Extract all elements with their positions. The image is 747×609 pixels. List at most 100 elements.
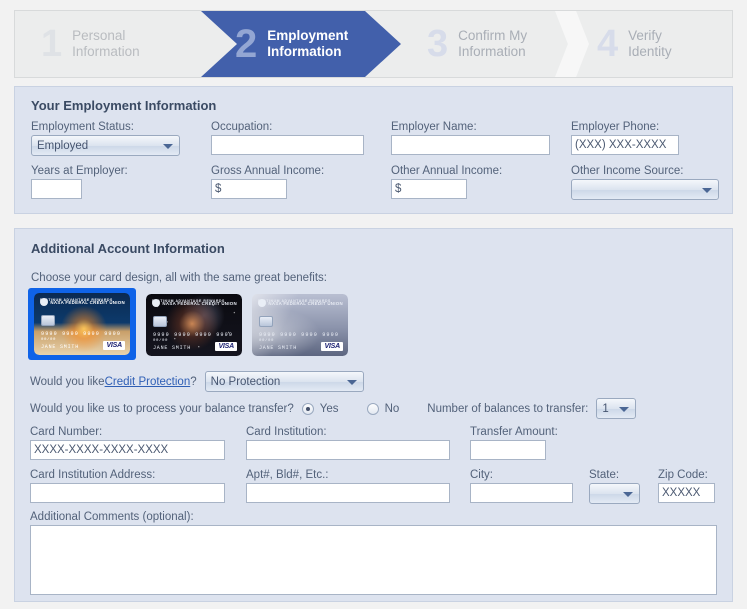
occupation-input[interactable]: [211, 135, 364, 155]
balance-transfer-yes-radio[interactable]: [301, 402, 314, 415]
chevron-down-icon: [619, 406, 630, 412]
label-card-number: Card Number:: [30, 426, 103, 438]
employer-name-input[interactable]: [391, 135, 550, 155]
nasa-federal-logo-icon: NASA FEDERAL CREDIT UNION: [258, 299, 343, 307]
step-label-3-line2: Information: [458, 44, 526, 59]
visa-logo-icon: VISA: [103, 341, 125, 350]
step-label-2-line2: Information: [267, 44, 342, 59]
label-years-at-employer: Years at Employer:: [31, 165, 128, 177]
field-other-annual-income: Other Annual Income:: [391, 165, 502, 199]
credit-protection-select[interactable]: No Protection: [204, 371, 364, 392]
field-apt-bld: Apt#, Bld#, Etc.:: [246, 469, 450, 503]
field-card-number: Card Number:: [30, 426, 225, 460]
balance-transfer-yes-label: Yes: [319, 402, 339, 415]
wizard-step-verify-identity[interactable]: 4 Verify Identity: [575, 11, 732, 77]
years-at-employer-input[interactable]: [31, 179, 82, 199]
chip-icon: [153, 316, 167, 327]
label-state: State:: [589, 469, 620, 481]
field-card-institution-address: Card Institution Address:: [30, 469, 225, 503]
field-state: State:: [589, 469, 640, 504]
credit-protection-link[interactable]: Credit Protection: [105, 376, 191, 388]
transfer-amount-input[interactable]: [470, 440, 546, 460]
card-number-text: 9999 9999 9999 9999: [153, 332, 234, 338]
step-label-4-line2: Identity: [628, 44, 672, 59]
wizard-step-bar: 1 Personal Information 3 Confirm My Info…: [14, 10, 733, 78]
chevron-down-icon: [163, 143, 173, 149]
wizard-step-personal-information[interactable]: 1 Personal Information: [15, 11, 215, 77]
gross-annual-income-input[interactable]: [211, 179, 287, 199]
employer-phone-input[interactable]: [571, 135, 679, 155]
card-number-text: 9999 9999 9999 9999: [41, 331, 122, 337]
employment-status-select[interactable]: Employed: [31, 135, 180, 156]
field-zip-code: Zip Code:: [658, 469, 715, 503]
city-input[interactable]: [470, 483, 573, 503]
step-label-1-line2: Information: [72, 44, 140, 59]
step-label-4: Verify Identity: [628, 28, 672, 60]
card-institution-input[interactable]: [246, 440, 450, 460]
label-other-annual-income: Other Annual Income:: [391, 165, 503, 177]
label-apt-bld: Apt#, Bld#, Etc.:: [246, 469, 329, 481]
label-employer-name: Employer Name:: [391, 121, 477, 133]
globe-icon: [40, 298, 49, 306]
other-income-source-select[interactable]: [571, 179, 719, 200]
number-of-balances-select[interactable]: 1: [596, 398, 637, 419]
zip-code-input[interactable]: [658, 483, 715, 503]
card-expiry-text: 00/00: [153, 339, 169, 343]
field-city: City:: [470, 469, 573, 503]
field-card-institution: Card Institution:: [246, 426, 450, 460]
card-option-shuttle-launch[interactable]: PLATINUM ADVANTAGE REWARDS NASA FEDERAL …: [34, 293, 130, 355]
card-number-text: 9999 9999 9999 9999: [259, 332, 340, 338]
employment-status-value: Employed: [37, 139, 89, 152]
step-label-1: Personal Information: [72, 28, 140, 60]
wizard-step-employment-information[interactable]: 2 Employment Information: [201, 11, 401, 77]
globe-icon: [152, 299, 161, 307]
globe-icon: [258, 299, 267, 307]
visa-logo-icon: VISA: [321, 342, 343, 351]
chip-icon: [41, 315, 55, 326]
nasa-federal-logo-icon: NASA FEDERAL CREDIT UNION: [152, 299, 237, 307]
additional-comments-textarea[interactable]: [30, 525, 717, 595]
card-issuer-text: NASA FEDERAL CREDIT UNION: [162, 300, 237, 306]
field-years-at-employer: Years at Employer:: [31, 165, 128, 199]
application-form-page: 1 Personal Information 3 Confirm My Info…: [0, 0, 747, 609]
wizard-step-confirm-my-information[interactable]: 3 Confirm My Information: [407, 11, 582, 77]
label-employment-status: Employment Status:: [31, 121, 134, 133]
chevron-down-icon: [702, 187, 712, 193]
employment-information-panel: Your Employment Information Employment S…: [14, 86, 733, 214]
chevron-down-icon: [346, 379, 357, 385]
field-other-income-source: Other Income Source:: [571, 165, 719, 200]
state-select[interactable]: [589, 483, 640, 504]
card-holder-text: JANE SMITH: [41, 344, 80, 350]
step-label-2: Employment Information: [267, 28, 348, 60]
card-number-input[interactable]: [30, 440, 225, 460]
balance-transfer-no-label: No: [384, 402, 400, 415]
visa-logo-icon: VISA: [215, 342, 237, 351]
other-annual-income-input[interactable]: [391, 179, 467, 199]
label-other-income-source: Other Income Source:: [571, 165, 684, 177]
label-card-institution-address: Card Institution Address:: [30, 469, 156, 481]
chevron-down-icon: [623, 491, 633, 497]
label-card-institution: Card Institution:: [246, 426, 327, 438]
number-of-balances-value: 1: [602, 402, 609, 415]
field-gross-annual-income: Gross Annual Income:: [211, 165, 324, 199]
credit-protection-value: No Protection: [210, 375, 281, 388]
balance-transfer-no-radio[interactable]: [366, 402, 379, 415]
label-transfer-amount: Transfer Amount:: [470, 426, 558, 438]
label-gross-annual-income: Gross Annual Income:: [211, 165, 325, 177]
step-label-3-line1: Confirm My: [458, 28, 528, 43]
apt-bld-input[interactable]: [246, 483, 450, 503]
card-holder-text: JANE SMITH: [153, 345, 192, 351]
card-issuer-text: NASA FEDERAL CREDIT UNION: [268, 300, 343, 306]
additional-panel-title: Additional Account Information: [31, 241, 225, 256]
card-issuer-text: NASA FEDERAL CREDIT UNION: [50, 299, 125, 305]
card-holder-text: JANE SMITH: [259, 345, 298, 351]
card-option-nebula[interactable]: PLATINUM ADVANTAGE REWARDS NASA FEDERAL …: [146, 294, 242, 356]
card-option-silver-orbit[interactable]: PLATINUM ADVANTAGE REWARDS NASA FEDERAL …: [252, 294, 348, 356]
label-employer-phone: Employer Phone:: [571, 121, 660, 133]
card-institution-address-input[interactable]: [30, 483, 225, 503]
employment-panel-title: Your Employment Information: [31, 98, 217, 113]
field-occupation: Occupation:: [211, 121, 364, 155]
field-additional-comments: Additional Comments (optional):: [30, 511, 717, 598]
step-number-3: 3: [427, 23, 449, 65]
credit-protection-prefix: Would you like: [30, 375, 105, 388]
